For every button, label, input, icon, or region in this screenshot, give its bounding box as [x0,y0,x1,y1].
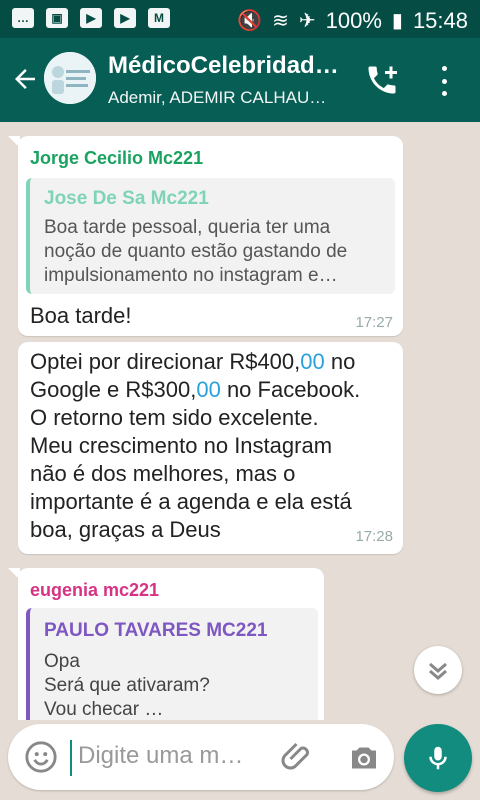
quoted-sender: PAULO TAVARES MC221 [44,620,268,641]
battery-icon: ▮ [391,10,403,32]
microphone-icon [429,746,447,770]
message-input[interactable]: Digite uma m… [78,742,258,770]
message-text: Boa tarde! [30,303,132,328]
quoted-text: Boa tarde pessoal, queria ter uma noção … [44,217,348,286]
clock: 15:48 [412,8,468,33]
message-time: 17:27 [355,314,393,331]
message-bubble-1[interactable]: Jorge Cecilio Mc221 Jose De Sa Mc221 Boa… [18,136,403,336]
notification-icons: … ▣ ▶ ▶ M [12,8,170,28]
image-icon: ▣ [46,8,68,28]
message-bubble-2[interactable]: Optei por direcionar R$400,00 no Google … [18,342,403,554]
youtube-icon: ▶ [80,8,102,28]
message-text: Optei por direcionar R$400,00 no Google … [30,349,361,542]
chat-header: MédicoCelebridad… Ademir, ADEMIR CALHAU… [0,38,480,122]
chat-area[interactable]: Jorge Cecilio Mc221 Jose De Sa Mc221 Boa… [0,122,480,720]
wifi-icon: ≋ [272,10,289,32]
youtube-icon-2: ▶ [114,8,136,28]
message-bubble-3[interactable]: eugenia mc221 PAULO TAVARES MC221 Opa Se… [18,568,324,720]
chat-title[interactable]: MédicoCelebridad… [108,52,358,80]
text-cursor [70,740,72,776]
chat-participants[interactable]: Ademir, ADEMIR CALHAU… [108,88,358,108]
message-time: 17:28 [355,528,393,545]
gmail-icon: M [148,8,170,28]
back-arrow-icon[interactable] [10,62,40,96]
quoted-sender: Jose De Sa Mc221 [44,188,209,209]
group-avatar[interactable] [44,52,96,104]
status-indicators: 🔇 ≋ ✈ 100% ▮ 15:48 [237,8,468,34]
attach-icon[interactable] [280,738,316,774]
battery-percent: 100% [325,8,382,33]
message-sender: eugenia mc221 [30,580,160,600]
scroll-to-bottom-button[interactable] [414,646,462,694]
more-options-icon[interactable] [434,66,454,96]
quoted-text: Opa Será que ativaram? Vou checar … [44,651,210,720]
emoji-icon[interactable] [24,740,58,774]
quoted-message[interactable]: Jose De Sa Mc221 Boa tarde pessoal, quer… [26,178,395,294]
add-call-icon[interactable] [364,62,400,98]
quoted-message[interactable]: PAULO TAVARES MC221 Opa Será que ativara… [26,608,318,720]
status-bar: … ▣ ▶ ▶ M 🔇 ≋ ✈ 100% ▮ 15:48 [0,0,480,38]
camera-icon[interactable] [346,740,382,776]
voice-message-button[interactable] [404,724,472,792]
message-sender: Jorge Cecilio Mc221 [30,148,204,168]
double-chevron-down-icon [429,662,447,680]
chat-bubble-icon: … [12,8,34,28]
airplane-mode-icon: ✈ [298,10,316,32]
mute-icon: 🔇 [237,10,263,32]
message-composer[interactable]: Digite uma m… [8,724,394,790]
